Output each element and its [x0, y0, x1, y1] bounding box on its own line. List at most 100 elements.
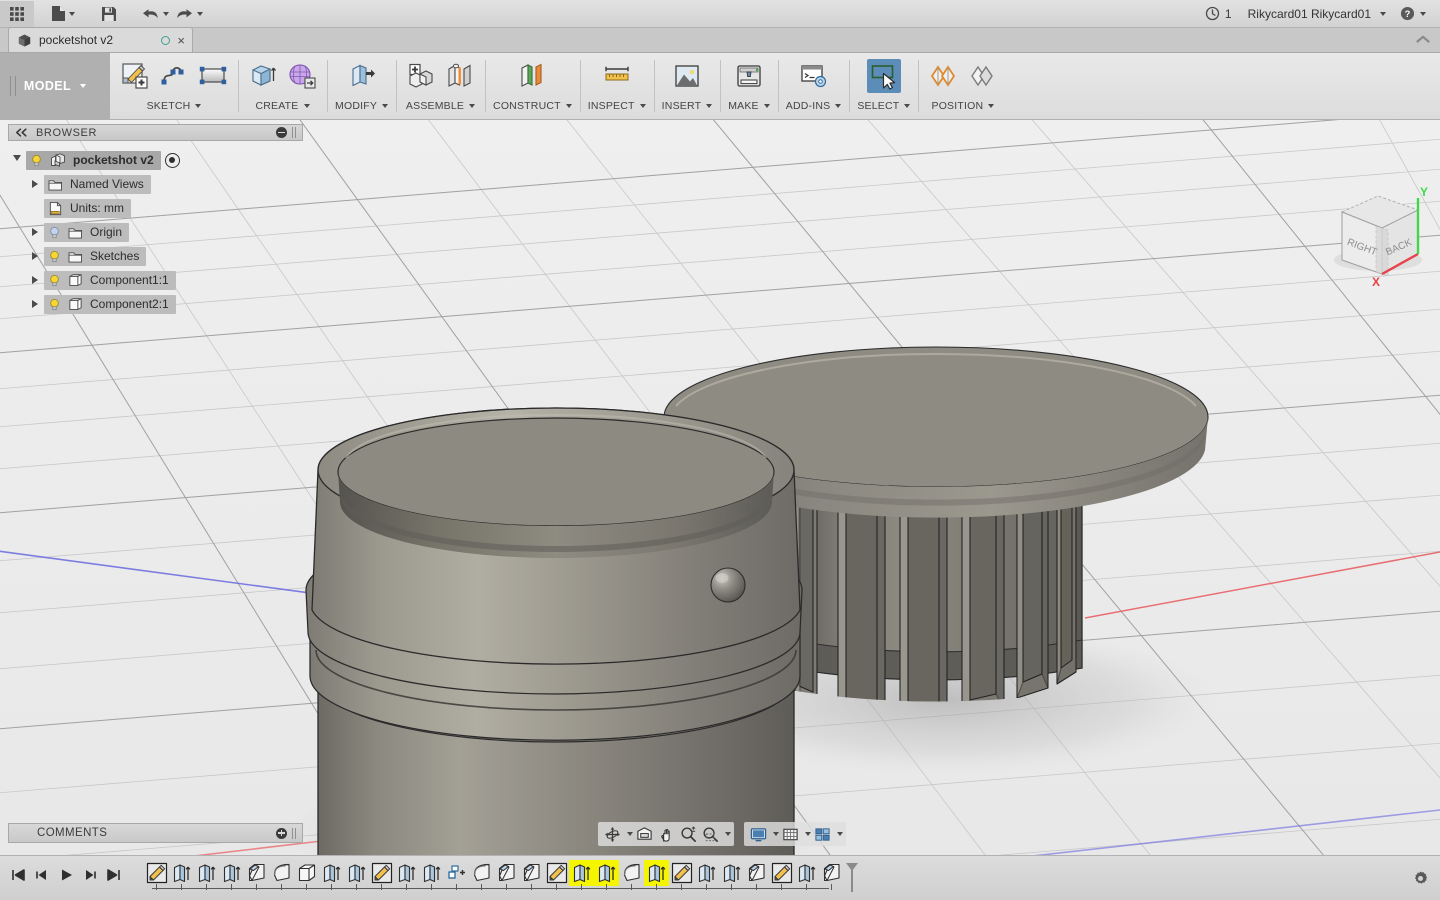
timeline-feature-chamfer-15[interactable] — [494, 860, 519, 886]
minus-circle-icon[interactable] — [276, 127, 287, 138]
browser-panel-header[interactable]: BROWSER — [8, 124, 303, 141]
expand-arrow-icon[interactable] — [26, 268, 44, 292]
extrude-icon[interactable] — [246, 59, 280, 93]
timeline-feature-chamfer-16[interactable] — [519, 860, 544, 886]
pan-icon[interactable] — [655, 823, 677, 845]
ribbon-panel-label-sketch[interactable]: SKETCH — [147, 100, 202, 112]
save-button[interactable] — [92, 1, 126, 27]
move-icon[interactable] — [965, 59, 999, 93]
timeline-feature-extrude-19[interactable] — [594, 860, 619, 886]
plus-circle-icon[interactable] — [276, 827, 287, 839]
timeline-end-marker[interactable] — [845, 862, 859, 895]
timeline-feature-extrude-27[interactable] — [794, 860, 819, 886]
comments-panel-header[interactable]: COMMENTS — [8, 823, 303, 843]
display-settings-caret-icon[interactable] — [769, 823, 779, 845]
timeline-feature-fillet-20[interactable] — [619, 860, 644, 886]
timeline-feature-extrude-4[interactable] — [219, 860, 244, 886]
ribbon-panel-label-assemble[interactable]: ASSEMBLE — [406, 100, 476, 112]
timeline-feature-extrude-8[interactable] — [319, 860, 344, 886]
step-back-button[interactable] — [30, 863, 54, 887]
align-icon[interactable] — [926, 59, 960, 93]
jump-to-end-button[interactable] — [102, 863, 126, 887]
orbit-icon[interactable] — [601, 823, 623, 845]
scripts-addins-icon[interactable] — [797, 59, 831, 93]
lightbulb-off-icon[interactable] — [48, 226, 61, 239]
timeline-feature-extrude-9[interactable] — [344, 860, 369, 886]
new-component-icon[interactable] — [404, 59, 438, 93]
ribbon-panel-label-modify[interactable]: MODIFY — [335, 100, 389, 112]
press-pull-icon[interactable] — [345, 59, 379, 93]
close-icon[interactable]: × — [177, 34, 185, 47]
user-account-menu[interactable]: Rikycard01 Rikycard01 — [1246, 7, 1373, 21]
tree-item-named-views[interactable]: Named Views — [44, 174, 151, 194]
timeline-feature-fillet-6[interactable] — [269, 860, 294, 886]
look-at-icon[interactable] — [633, 823, 655, 845]
timeline-feature-sketch-17[interactable] — [544, 860, 569, 886]
user-menu-caret-icon[interactable] — [1380, 11, 1386, 16]
redo-button[interactable] — [172, 1, 206, 27]
zoom-window-icon[interactable] — [699, 823, 721, 845]
tree-item-units[interactable]: Units: mm — [44, 198, 131, 218]
timeline-feature-shell-7[interactable] — [294, 860, 319, 886]
ribbon-panel-label-select[interactable]: SELECT — [857, 100, 911, 112]
zoom-window-caret-icon[interactable] — [721, 823, 731, 845]
step-forward-button[interactable] — [78, 863, 102, 887]
timeline-feature-extrude-12[interactable] — [419, 860, 444, 886]
show-data-panel-button[interactable] — [0, 0, 34, 27]
timeline-feature-extrude-24[interactable] — [719, 860, 744, 886]
undo-button[interactable] — [138, 1, 172, 27]
tree-row-origin[interactable]: Origin — [8, 220, 308, 244]
double-chevron-left-icon[interactable] — [15, 128, 28, 137]
spline-icon[interactable] — [157, 59, 191, 93]
expand-arrow-icon[interactable] — [26, 244, 44, 268]
tree-item-pocketshot[interactable]: pocketshot v2 — [26, 150, 161, 170]
collapse-ribbon-button[interactable] — [1416, 27, 1440, 52]
timeline-feature-sketch-10[interactable] — [369, 860, 394, 886]
tree-item-component1[interactable]: Component1:1 — [44, 270, 176, 290]
document-tab-pocketshot[interactable]: pocketshot v2 × — [8, 27, 193, 52]
measure-icon[interactable] — [600, 59, 634, 93]
select-icon[interactable] — [866, 59, 901, 93]
timeline-feature-component-13[interactable] — [444, 860, 469, 886]
lightbulb-on-icon[interactable] — [30, 154, 43, 167]
zoom-icon[interactable] — [677, 823, 699, 845]
grid-snaps-icon[interactable] — [779, 823, 801, 845]
gear-icon[interactable] — [1408, 866, 1432, 890]
timeline-feature-extrude-2[interactable] — [169, 860, 194, 886]
play-button[interactable] — [54, 863, 78, 887]
timeline-feature-sketch-22[interactable] — [669, 860, 694, 886]
tree-row-component2[interactable]: Component2:1 — [8, 292, 308, 316]
browser-resize-grip[interactable] — [292, 127, 296, 138]
comments-resize-grip[interactable] — [292, 827, 296, 839]
tree-row-component1[interactable]: Component1:1 — [8, 268, 308, 292]
tree-row-sketches[interactable]: Sketches — [8, 244, 308, 268]
timeline-feature-sketch-1[interactable] — [144, 860, 169, 886]
display-settings-icon[interactable] — [747, 823, 769, 845]
timeline-feature-sketch-26[interactable] — [769, 860, 794, 886]
expand-arrow-icon[interactable] — [26, 220, 44, 244]
timeline-feature-chamfer-5[interactable] — [244, 860, 269, 886]
tree-item-sketches[interactable]: Sketches — [44, 246, 147, 266]
timeline-feature-chamfer-28[interactable] — [819, 860, 844, 886]
timeline-feature-extrude-23[interactable] — [694, 860, 719, 886]
ribbon-panel-label-addins[interactable]: ADD-INS — [786, 100, 842, 112]
display-toggle-icon[interactable] — [164, 152, 180, 168]
tree-row-root[interactable]: pocketshot v2 — [8, 148, 308, 172]
ribbon-panel-label-insert[interactable]: INSERT — [662, 100, 713, 112]
tree-item-component2[interactable]: Component2:1 — [44, 294, 176, 314]
ribbon-panel-label-create[interactable]: CREATE — [255, 100, 310, 112]
viewports-caret-icon[interactable] — [833, 823, 843, 845]
viewports-icon[interactable] — [811, 823, 833, 845]
ribbon-panel-label-make[interactable]: MAKE — [728, 100, 770, 112]
workspace-switcher-model[interactable]: MODEL — [0, 53, 110, 119]
create-sketch-icon[interactable] — [118, 59, 152, 93]
container-body-part[interactable] — [305, 407, 803, 855]
expand-arrow-icon[interactable] — [8, 148, 26, 172]
grid-snaps-caret-icon[interactable] — [801, 823, 811, 845]
timeline-feature-extrude-11[interactable] — [394, 860, 419, 886]
lightbulb-on-icon[interactable] — [48, 298, 61, 311]
lightbulb-on-icon[interactable] — [48, 274, 61, 287]
ribbon-panel-label-construct[interactable]: CONSTRUCT — [493, 100, 572, 112]
timeline-feature-fillet-14[interactable] — [469, 860, 494, 886]
ribbon-panel-label-inspect[interactable]: INSPECT — [588, 100, 646, 112]
